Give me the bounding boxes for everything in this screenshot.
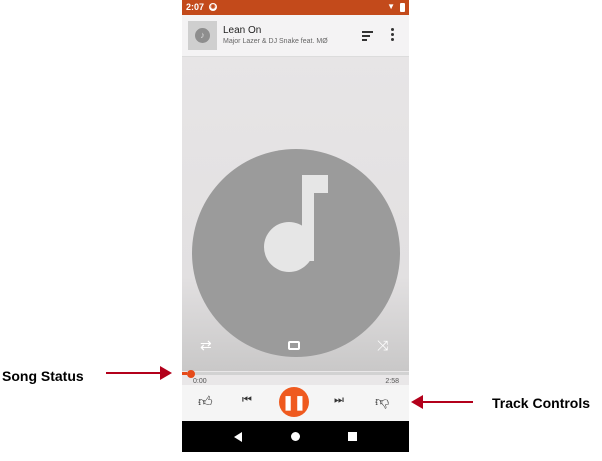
navigation-bar — [182, 421, 409, 452]
cast-icon[interactable] — [288, 341, 300, 350]
progress-fill — [182, 372, 187, 375]
music-disc-icon: ♪ — [195, 28, 210, 43]
notification-icon: ◉ — [209, 3, 217, 11]
track-controls-label: Track Controls — [492, 395, 591, 411]
pause-button[interactable]: ❚❚ — [279, 387, 309, 417]
track-controls-arrow — [411, 395, 473, 409]
song-title: Lean On — [223, 25, 262, 36]
next-icon[interactable]: ⏭︎ — [334, 394, 344, 407]
now-playing-header[interactable]: ♪ Lean On Major Lazer & DJ Snake feat. M… — [182, 15, 409, 57]
shuffle-icon[interactable]: ⤨ — [377, 338, 388, 352]
more-icon[interactable] — [391, 28, 395, 43]
status-time: 2:07 — [186, 2, 205, 12]
wifi-icon: ▼ — [387, 2, 395, 11]
recents-icon[interactable] — [348, 432, 357, 441]
progress-bar[interactable] — [182, 372, 409, 375]
song-status-arrow — [106, 366, 172, 380]
pause-icon: ❚❚ — [282, 394, 306, 410]
song-artist: Major Lazer & DJ Snake feat. MØ — [223, 38, 328, 45]
back-icon[interactable] — [234, 432, 242, 442]
battery-icon — [400, 3, 405, 12]
total-time: 2:58 — [385, 378, 399, 385]
elapsed-time: 0:00 — [193, 378, 207, 385]
song-status-label: Song Status — [2, 368, 84, 384]
queue-icon[interactable] — [362, 31, 373, 41]
music-note-flag — [302, 175, 328, 193]
track-controls: 👍︎ ⏮︎ ❚❚ ⏭︎ 👎︎ — [182, 385, 409, 421]
phone-screen: 2:07 ◉ ▼ ♪ Lean On Major Lazer & DJ Snak… — [182, 0, 409, 452]
thumbs-down-icon[interactable]: 👎︎ — [375, 393, 389, 410]
repeat-icon[interactable]: ⇄ — [200, 338, 212, 352]
home-icon[interactable] — [291, 432, 300, 441]
status-bar: 2:07 ◉ ▼ — [182, 0, 409, 15]
music-note-head — [264, 222, 314, 272]
album-thumbnail[interactable]: ♪ — [188, 21, 217, 50]
thumbs-up-icon[interactable]: 👍︎ — [198, 393, 213, 410]
progress-scrubber[interactable] — [187, 370, 195, 378]
album-art-area — [182, 57, 409, 371]
previous-icon[interactable]: ⏮︎ — [242, 394, 252, 407]
